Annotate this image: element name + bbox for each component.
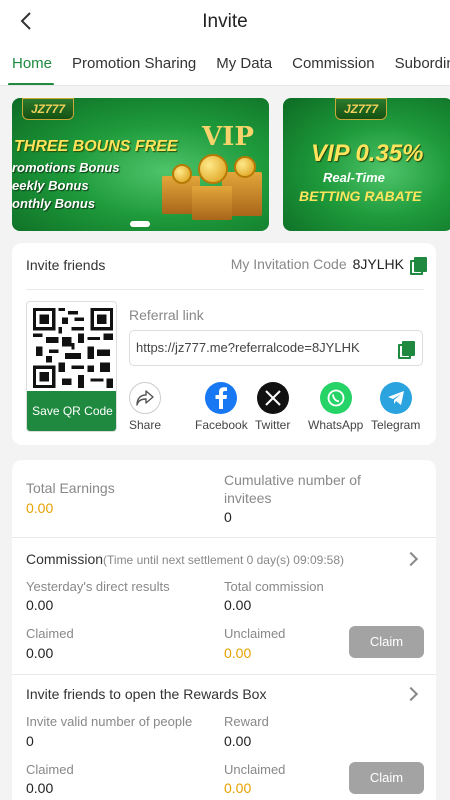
copy-code-icon[interactable]: [410, 256, 427, 275]
unclaimed-label: Unclaimed: [224, 762, 286, 777]
tab-commission[interactable]: Commission: [282, 44, 385, 85]
rewards-box-title[interactable]: Invite friends to open the Rewards Box: [26, 686, 266, 702]
copy-link-icon[interactable]: [398, 341, 415, 359]
referral-link-field[interactable]: https://jz777.me?referralcode=8JYLHK: [129, 330, 423, 366]
tab-bar: Home Promotion Sharing My Data Commissio…: [0, 44, 450, 86]
claim-rewards-button[interactable]: Claim: [349, 762, 424, 794]
banner-line: onthly Bonus: [12, 196, 96, 211]
valid-invitees-value: 0: [26, 733, 34, 749]
total-commission-value: 0.00: [224, 597, 252, 613]
tab-home[interactable]: Home: [0, 44, 62, 85]
banner-title: THREE BOUNS FREE: [14, 138, 178, 155]
claimed-value: 0.00: [26, 645, 54, 661]
more-share-icon: [425, 382, 436, 414]
chevron-right-icon[interactable]: [403, 551, 419, 567]
total-earnings-label: Total Earnings: [26, 480, 115, 496]
banner-line: BETTING RABATE: [299, 188, 422, 204]
share-facebook-button[interactable]: Facebook: [195, 382, 248, 432]
share-telegram-button[interactable]: Telegram: [371, 382, 420, 432]
top-bar: Invite: [0, 0, 450, 44]
tab-promotion-sharing[interactable]: Promotion Sharing: [62, 44, 206, 85]
cumulative-invitees-label: Cumulative number of: [224, 472, 361, 488]
share-options: Share Facebook Twitter WhatsApp Telegram: [129, 382, 436, 432]
yesterday-results-label: Yesterday's direct results: [26, 579, 170, 594]
banner-line: Real-Time: [323, 170, 385, 185]
page-title: Invite: [202, 11, 248, 32]
qr-code-panel: Save QR Code: [26, 301, 117, 432]
chevron-right-icon[interactable]: [403, 686, 419, 702]
back-button[interactable]: [12, 6, 40, 36]
banner-line: eekly Bonus: [12, 178, 89, 193]
share-icon: [129, 382, 162, 414]
share-whatsapp-button[interactable]: WhatsApp: [308, 382, 363, 432]
x-twitter-icon: [256, 382, 289, 414]
divider: [12, 674, 436, 675]
claimed-label: Claimed: [26, 762, 74, 777]
claim-commission-button[interactable]: Claim: [349, 626, 424, 658]
earnings-card: Total Earnings 0.00 Cumulative number of…: [12, 460, 436, 800]
chevron-left-icon: [20, 12, 31, 30]
reward-value: 0.00: [224, 733, 252, 749]
brand-logo: JZ777: [22, 98, 75, 120]
invitation-code-label: My Invitation Code: [230, 256, 347, 272]
facebook-icon: [205, 382, 238, 414]
divider: [12, 537, 436, 538]
settlement-countdown: (Time until next settlement 0 day(s) 09:…: [103, 553, 345, 567]
valid-invitees-label: Invite valid number of people: [26, 714, 193, 729]
referral-link-label: Referral link: [129, 307, 204, 323]
carousel-indicator: [130, 221, 150, 227]
banner-headline: VIP 0.35%: [311, 140, 424, 167]
claimed-label: Claimed: [26, 626, 74, 641]
tab-subordinates[interactable]: Subordin: [385, 44, 450, 85]
banner-line: romotions Bonus: [12, 160, 120, 175]
divider: [26, 289, 424, 290]
total-commission-label: Total commission: [224, 579, 324, 594]
cumulative-invitees-value: 0: [224, 509, 232, 525]
cumulative-invitees-label-2: invitees: [224, 490, 272, 506]
claimed-value: 0.00: [26, 780, 54, 796]
tab-my-data[interactable]: My Data: [206, 44, 282, 85]
save-qr-code-button[interactable]: Save QR Code: [27, 391, 116, 431]
reward-label: Reward: [224, 714, 269, 729]
unclaimed-label: Unclaimed: [224, 626, 286, 641]
commission-title[interactable]: Commission(Time until next settlement 0 …: [26, 551, 344, 567]
whatsapp-icon: [319, 382, 352, 414]
vip-badge: VIP: [202, 122, 254, 152]
invitation-code-value: 8JYLHK: [352, 256, 404, 272]
qr-code-image: [33, 308, 113, 388]
share-button[interactable]: Share: [129, 382, 161, 432]
total-earnings-value: 0.00: [26, 500, 54, 516]
invitation-code: My Invitation Code 8JYLHK: [230, 256, 427, 275]
unclaimed-value: 0.00: [224, 645, 252, 661]
unclaimed-value: 0.00: [224, 780, 252, 796]
banner-betting-rebate[interactable]: JZ777 VIP 0.35% Real-Time BETTING RABATE: [283, 98, 450, 231]
telegram-icon: [379, 382, 412, 414]
brand-logo: JZ777: [335, 98, 388, 120]
share-more-button[interactable]: Ir: [425, 382, 436, 432]
yesterday-results-value: 0.00: [26, 597, 54, 613]
share-twitter-button[interactable]: Twitter: [255, 382, 290, 432]
banner-carousel[interactable]: JZ777 VIP THREE BOUNS FREE romotions Bon…: [12, 98, 450, 234]
banner-vip-bonus[interactable]: JZ777 VIP THREE BOUNS FREE romotions Bon…: [12, 98, 269, 231]
referral-link-value: https://jz777.me?referralcode=8JYLHK: [136, 340, 360, 355]
invite-friends-title: Invite friends: [26, 257, 106, 273]
invite-friends-card: Invite friends My Invitation Code 8JYLHK: [12, 243, 436, 445]
